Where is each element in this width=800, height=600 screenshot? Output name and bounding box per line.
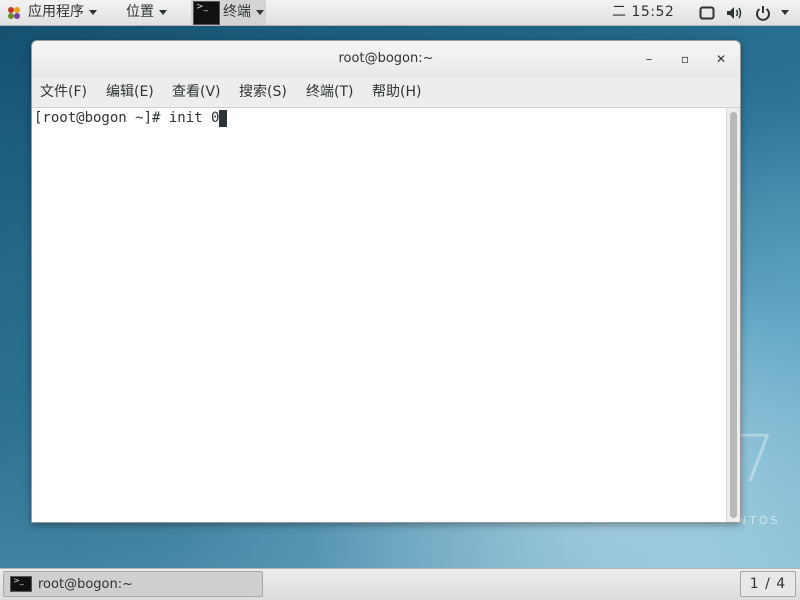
workspace-switcher[interactable]: 1 / 4 xyxy=(740,571,796,597)
menubar: 文件(F) 编辑(E) 查看(V) 搜索(S) 终端(T) 帮助(H) xyxy=(32,77,740,108)
applications-menu[interactable]: 应用程序 xyxy=(28,0,97,25)
menu-view[interactable]: 查看(V) xyxy=(172,77,221,107)
scrollbar-thumb[interactable] xyxy=(730,112,737,518)
clock[interactable]: 二 15:52 xyxy=(612,0,674,25)
typed-command: init 0 xyxy=(168,110,220,126)
terminal-text-area[interactable]: [root@bogon ~]# init 0 xyxy=(32,108,726,522)
chevron-down-icon[interactable] xyxy=(781,10,789,15)
taskbar-window-button[interactable]: >_ root@bogon:~ xyxy=(3,571,263,597)
window-titlebar[interactable]: root@bogon:~ – ▫ ✕ xyxy=(32,41,740,77)
terminal-window: root@bogon:~ – ▫ ✕ 文件(F) 编辑(E) 查看(V) 搜索(… xyxy=(31,40,741,523)
chevron-down-icon xyxy=(159,9,167,15)
bottom-panel: >_ root@bogon:~ 1 / 4 xyxy=(0,568,800,600)
menu-search[interactable]: 搜索(S) xyxy=(239,77,287,107)
minimize-button[interactable]: – xyxy=(640,50,658,68)
chevron-down-icon[interactable] xyxy=(256,10,264,15)
maximize-button[interactable]: ▫ xyxy=(676,50,694,68)
active-app-menu[interactable]: >_ 终端 xyxy=(191,0,266,25)
volume-icon[interactable] xyxy=(726,5,744,21)
places-menu[interactable]: 位置 xyxy=(126,0,167,25)
chevron-down-icon xyxy=(89,9,97,15)
shell-prompt: [root@bogon ~]# xyxy=(34,110,169,126)
terminal-icon: >_ xyxy=(193,1,220,25)
menu-edit[interactable]: 编辑(E) xyxy=(106,77,154,107)
text-cursor xyxy=(219,110,228,127)
window-title: root@bogon:~ xyxy=(338,51,434,66)
menu-help[interactable]: 帮助(H) xyxy=(372,77,421,107)
scrollbar[interactable] xyxy=(726,108,740,522)
menu-terminal[interactable]: 终端(T) xyxy=(306,77,353,107)
places-label: 位置 xyxy=(126,4,154,20)
applications-label: 应用程序 xyxy=(28,4,84,20)
terminal-line: [root@bogon ~]# init 0 xyxy=(34,109,228,127)
centos-watermark-number: 7 xyxy=(735,423,776,497)
taskbar-window-label: root@bogon:~ xyxy=(38,577,133,592)
top-panel: 应用程序 位置 >_ 终端 二 15:52 xyxy=(0,0,800,26)
active-app-label: 终端 xyxy=(223,4,251,20)
menu-file[interactable]: 文件(F) xyxy=(40,77,87,107)
applications-icon[interactable] xyxy=(6,5,22,21)
terminal-icon: >_ xyxy=(10,576,32,592)
close-button[interactable]: ✕ xyxy=(712,50,730,68)
display-icon[interactable] xyxy=(699,5,715,21)
power-icon[interactable] xyxy=(755,5,771,21)
centos-watermark-text: NTOS xyxy=(738,514,781,527)
